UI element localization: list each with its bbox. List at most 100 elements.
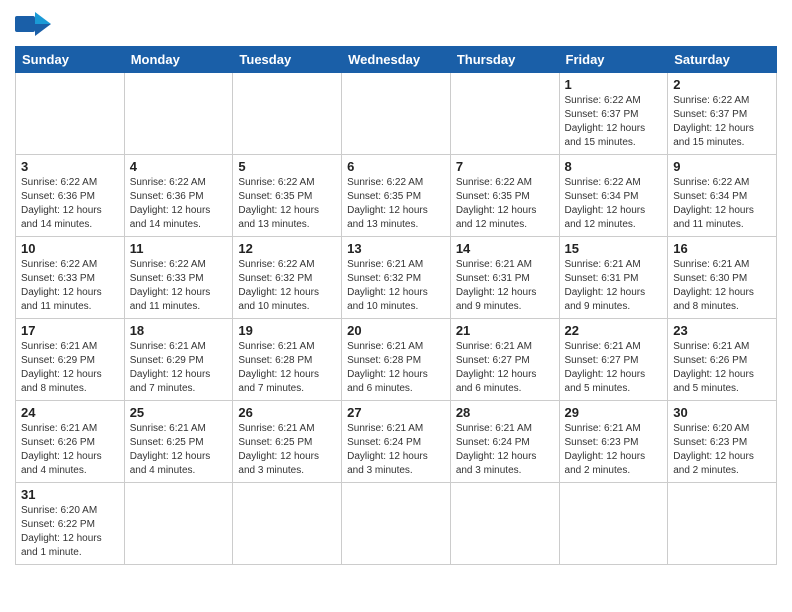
calendar-cell: 21 Sunrise: 6:21 AM Sunset: 6:27 PM Dayli… bbox=[450, 319, 559, 401]
calendar-cell: 25Sunrise: 6:21 AM Sunset: 6:25 PM Dayli… bbox=[124, 401, 233, 483]
day-info: Sunrise: 6:21 AM Sunset: 6:30 PM Dayligh… bbox=[673, 258, 771, 314]
day-number: 10 bbox=[21, 241, 119, 256]
calendar-cell: 15 Sunrise: 6:21 AM Sunset: 6:31 PM Dayli… bbox=[559, 237, 668, 319]
day-number: 7 bbox=[456, 159, 554, 174]
calendar-cell: 13 Sunrise: 6:21 AM Sunset: 6:32 PM Dayli… bbox=[342, 237, 451, 319]
calendar-cell: 10 Sunrise: 6:22 AM Sunset: 6:33 PM Dayli… bbox=[16, 237, 125, 319]
day-number: 27 bbox=[347, 405, 445, 420]
weekday-header-wednesday: Wednesday bbox=[342, 47, 451, 73]
day-info: Sunrise: 6:22 AM Sunset: 6:33 PM Dayligh… bbox=[21, 258, 119, 314]
day-number: 24 bbox=[21, 405, 119, 420]
day-number: 5 bbox=[238, 159, 336, 174]
day-number: 6 bbox=[347, 159, 445, 174]
day-number: 28 bbox=[456, 405, 554, 420]
calendar-cell: 30 Sunrise: 6:20 AM Sunset: 6:23 PM Dayli… bbox=[668, 401, 777, 483]
day-number: 26 bbox=[238, 405, 336, 420]
day-info: Sunrise: 6:21 AM Sunset: 6:29 PM Dayligh… bbox=[21, 340, 119, 396]
calendar-cell bbox=[668, 483, 777, 565]
calendar-cell: 24Sunrise: 6:21 AM Sunset: 6:26 PM Dayli… bbox=[16, 401, 125, 483]
day-number: 12 bbox=[238, 241, 336, 256]
calendar-cell bbox=[342, 73, 451, 155]
day-info: Sunrise: 6:22 AM Sunset: 6:37 PM Dayligh… bbox=[673, 94, 771, 150]
day-info: Sunrise: 6:21 AM Sunset: 6:23 PM Dayligh… bbox=[565, 422, 663, 478]
calendar-cell: 27 Sunrise: 6:21 AM Sunset: 6:24 PM Dayli… bbox=[342, 401, 451, 483]
day-info: Sunrise: 6:22 AM Sunset: 6:35 PM Dayligh… bbox=[456, 176, 554, 232]
day-info: Sunrise: 6:22 AM Sunset: 6:34 PM Dayligh… bbox=[673, 176, 771, 232]
day-info: Sunrise: 6:21 AM Sunset: 6:31 PM Dayligh… bbox=[456, 258, 554, 314]
day-info: Sunrise: 6:22 AM Sunset: 6:34 PM Dayligh… bbox=[565, 176, 663, 232]
day-info: Sunrise: 6:21 AM Sunset: 6:31 PM Dayligh… bbox=[565, 258, 663, 314]
calendar-cell: 12 Sunrise: 6:22 AM Sunset: 6:32 PM Dayli… bbox=[233, 237, 342, 319]
day-info: Sunrise: 6:21 AM Sunset: 6:28 PM Dayligh… bbox=[238, 340, 336, 396]
calendar-cell: 22 Sunrise: 6:21 AM Sunset: 6:27 PM Dayli… bbox=[559, 319, 668, 401]
day-number: 2 bbox=[673, 77, 771, 92]
calendar-week-row: 17 Sunrise: 6:21 AM Sunset: 6:29 PM Dayli… bbox=[16, 319, 777, 401]
calendar-week-row: 3 Sunrise: 6:22 AM Sunset: 6:36 PM Daylig… bbox=[16, 155, 777, 237]
calendar-cell bbox=[450, 73, 559, 155]
calendar-cell: 20 Sunrise: 6:21 AM Sunset: 6:28 PM Dayli… bbox=[342, 319, 451, 401]
day-info: Sunrise: 6:20 AM Sunset: 6:23 PM Dayligh… bbox=[673, 422, 771, 478]
day-number: 17 bbox=[21, 323, 119, 338]
calendar-cell: 2 Sunrise: 6:22 AM Sunset: 6:37 PM Daylig… bbox=[668, 73, 777, 155]
calendar-cell: 9 Sunrise: 6:22 AM Sunset: 6:34 PM Daylig… bbox=[668, 155, 777, 237]
calendar-cell: 19Sunrise: 6:21 AM Sunset: 6:28 PM Dayli… bbox=[233, 319, 342, 401]
day-number: 29 bbox=[565, 405, 663, 420]
calendar-cell: 5 Sunrise: 6:22 AM Sunset: 6:35 PM Daylig… bbox=[233, 155, 342, 237]
calendar-cell: 29 Sunrise: 6:21 AM Sunset: 6:23 PM Dayli… bbox=[559, 401, 668, 483]
calendar-cell: 26 Sunrise: 6:21 AM Sunset: 6:25 PM Dayli… bbox=[233, 401, 342, 483]
day-number: 30 bbox=[673, 405, 771, 420]
day-number: 21 bbox=[456, 323, 554, 338]
day-info: Sunrise: 6:21 AM Sunset: 6:24 PM Dayligh… bbox=[347, 422, 445, 478]
day-info: Sunrise: 6:21 AM Sunset: 6:25 PM Dayligh… bbox=[130, 422, 228, 478]
day-number: 23 bbox=[673, 323, 771, 338]
day-info: Sunrise: 6:21 AM Sunset: 6:28 PM Dayligh… bbox=[347, 340, 445, 396]
day-number: 18 bbox=[130, 323, 228, 338]
day-number: 11 bbox=[130, 241, 228, 256]
page: SundayMondayTuesdayWednesdayThursdayFrid… bbox=[0, 0, 792, 580]
day-info: Sunrise: 6:21 AM Sunset: 6:27 PM Dayligh… bbox=[456, 340, 554, 396]
calendar-cell: 8 Sunrise: 6:22 AM Sunset: 6:34 PM Daylig… bbox=[559, 155, 668, 237]
day-number: 22 bbox=[565, 323, 663, 338]
calendar-week-row: 24Sunrise: 6:21 AM Sunset: 6:26 PM Dayli… bbox=[16, 401, 777, 483]
calendar-cell: 7 Sunrise: 6:22 AM Sunset: 6:35 PM Daylig… bbox=[450, 155, 559, 237]
day-info: Sunrise: 6:21 AM Sunset: 6:25 PM Dayligh… bbox=[238, 422, 336, 478]
day-number: 15 bbox=[565, 241, 663, 256]
day-info: Sunrise: 6:21 AM Sunset: 6:32 PM Dayligh… bbox=[347, 258, 445, 314]
day-number: 20 bbox=[347, 323, 445, 338]
logo bbox=[15, 10, 55, 38]
day-info: Sunrise: 6:22 AM Sunset: 6:35 PM Dayligh… bbox=[238, 176, 336, 232]
calendar-table: SundayMondayTuesdayWednesdayThursdayFrid… bbox=[15, 46, 777, 565]
day-info: Sunrise: 6:21 AM Sunset: 6:27 PM Dayligh… bbox=[565, 340, 663, 396]
calendar-cell: 17 Sunrise: 6:21 AM Sunset: 6:29 PM Dayli… bbox=[16, 319, 125, 401]
calendar-cell bbox=[233, 483, 342, 565]
calendar-cell: 11 Sunrise: 6:22 AM Sunset: 6:33 PM Dayli… bbox=[124, 237, 233, 319]
day-number: 31 bbox=[21, 487, 119, 502]
day-info: Sunrise: 6:22 AM Sunset: 6:36 PM Dayligh… bbox=[21, 176, 119, 232]
generalblue-logo-icon bbox=[15, 10, 51, 38]
day-info: Sunrise: 6:22 AM Sunset: 6:36 PM Dayligh… bbox=[130, 176, 228, 232]
calendar-week-row: 1 Sunrise: 6:22 AM Sunset: 6:37 PM Daylig… bbox=[16, 73, 777, 155]
day-number: 16 bbox=[673, 241, 771, 256]
day-number: 1 bbox=[565, 77, 663, 92]
calendar-cell: 14 Sunrise: 6:21 AM Sunset: 6:31 PM Dayli… bbox=[450, 237, 559, 319]
weekday-header-friday: Friday bbox=[559, 47, 668, 73]
day-info: Sunrise: 6:21 AM Sunset: 6:29 PM Dayligh… bbox=[130, 340, 228, 396]
weekday-header-saturday: Saturday bbox=[668, 47, 777, 73]
day-info: Sunrise: 6:22 AM Sunset: 6:32 PM Dayligh… bbox=[238, 258, 336, 314]
weekday-header-sunday: Sunday bbox=[16, 47, 125, 73]
calendar-week-row: 31Sunrise: 6:20 AM Sunset: 6:22 PM Dayli… bbox=[16, 483, 777, 565]
day-number: 13 bbox=[347, 241, 445, 256]
calendar-cell bbox=[16, 73, 125, 155]
day-number: 9 bbox=[673, 159, 771, 174]
day-info: Sunrise: 6:22 AM Sunset: 6:33 PM Dayligh… bbox=[130, 258, 228, 314]
day-number: 8 bbox=[565, 159, 663, 174]
day-info: Sunrise: 6:22 AM Sunset: 6:37 PM Dayligh… bbox=[565, 94, 663, 150]
calendar-cell: 28Sunrise: 6:21 AM Sunset: 6:24 PM Dayli… bbox=[450, 401, 559, 483]
day-number: 3 bbox=[21, 159, 119, 174]
calendar-cell: 4Sunrise: 6:22 AM Sunset: 6:36 PM Daylig… bbox=[124, 155, 233, 237]
calendar-cell: 31Sunrise: 6:20 AM Sunset: 6:22 PM Dayli… bbox=[16, 483, 125, 565]
calendar-cell bbox=[342, 483, 451, 565]
day-number: 14 bbox=[456, 241, 554, 256]
day-info: Sunrise: 6:22 AM Sunset: 6:35 PM Dayligh… bbox=[347, 176, 445, 232]
weekday-header-tuesday: Tuesday bbox=[233, 47, 342, 73]
